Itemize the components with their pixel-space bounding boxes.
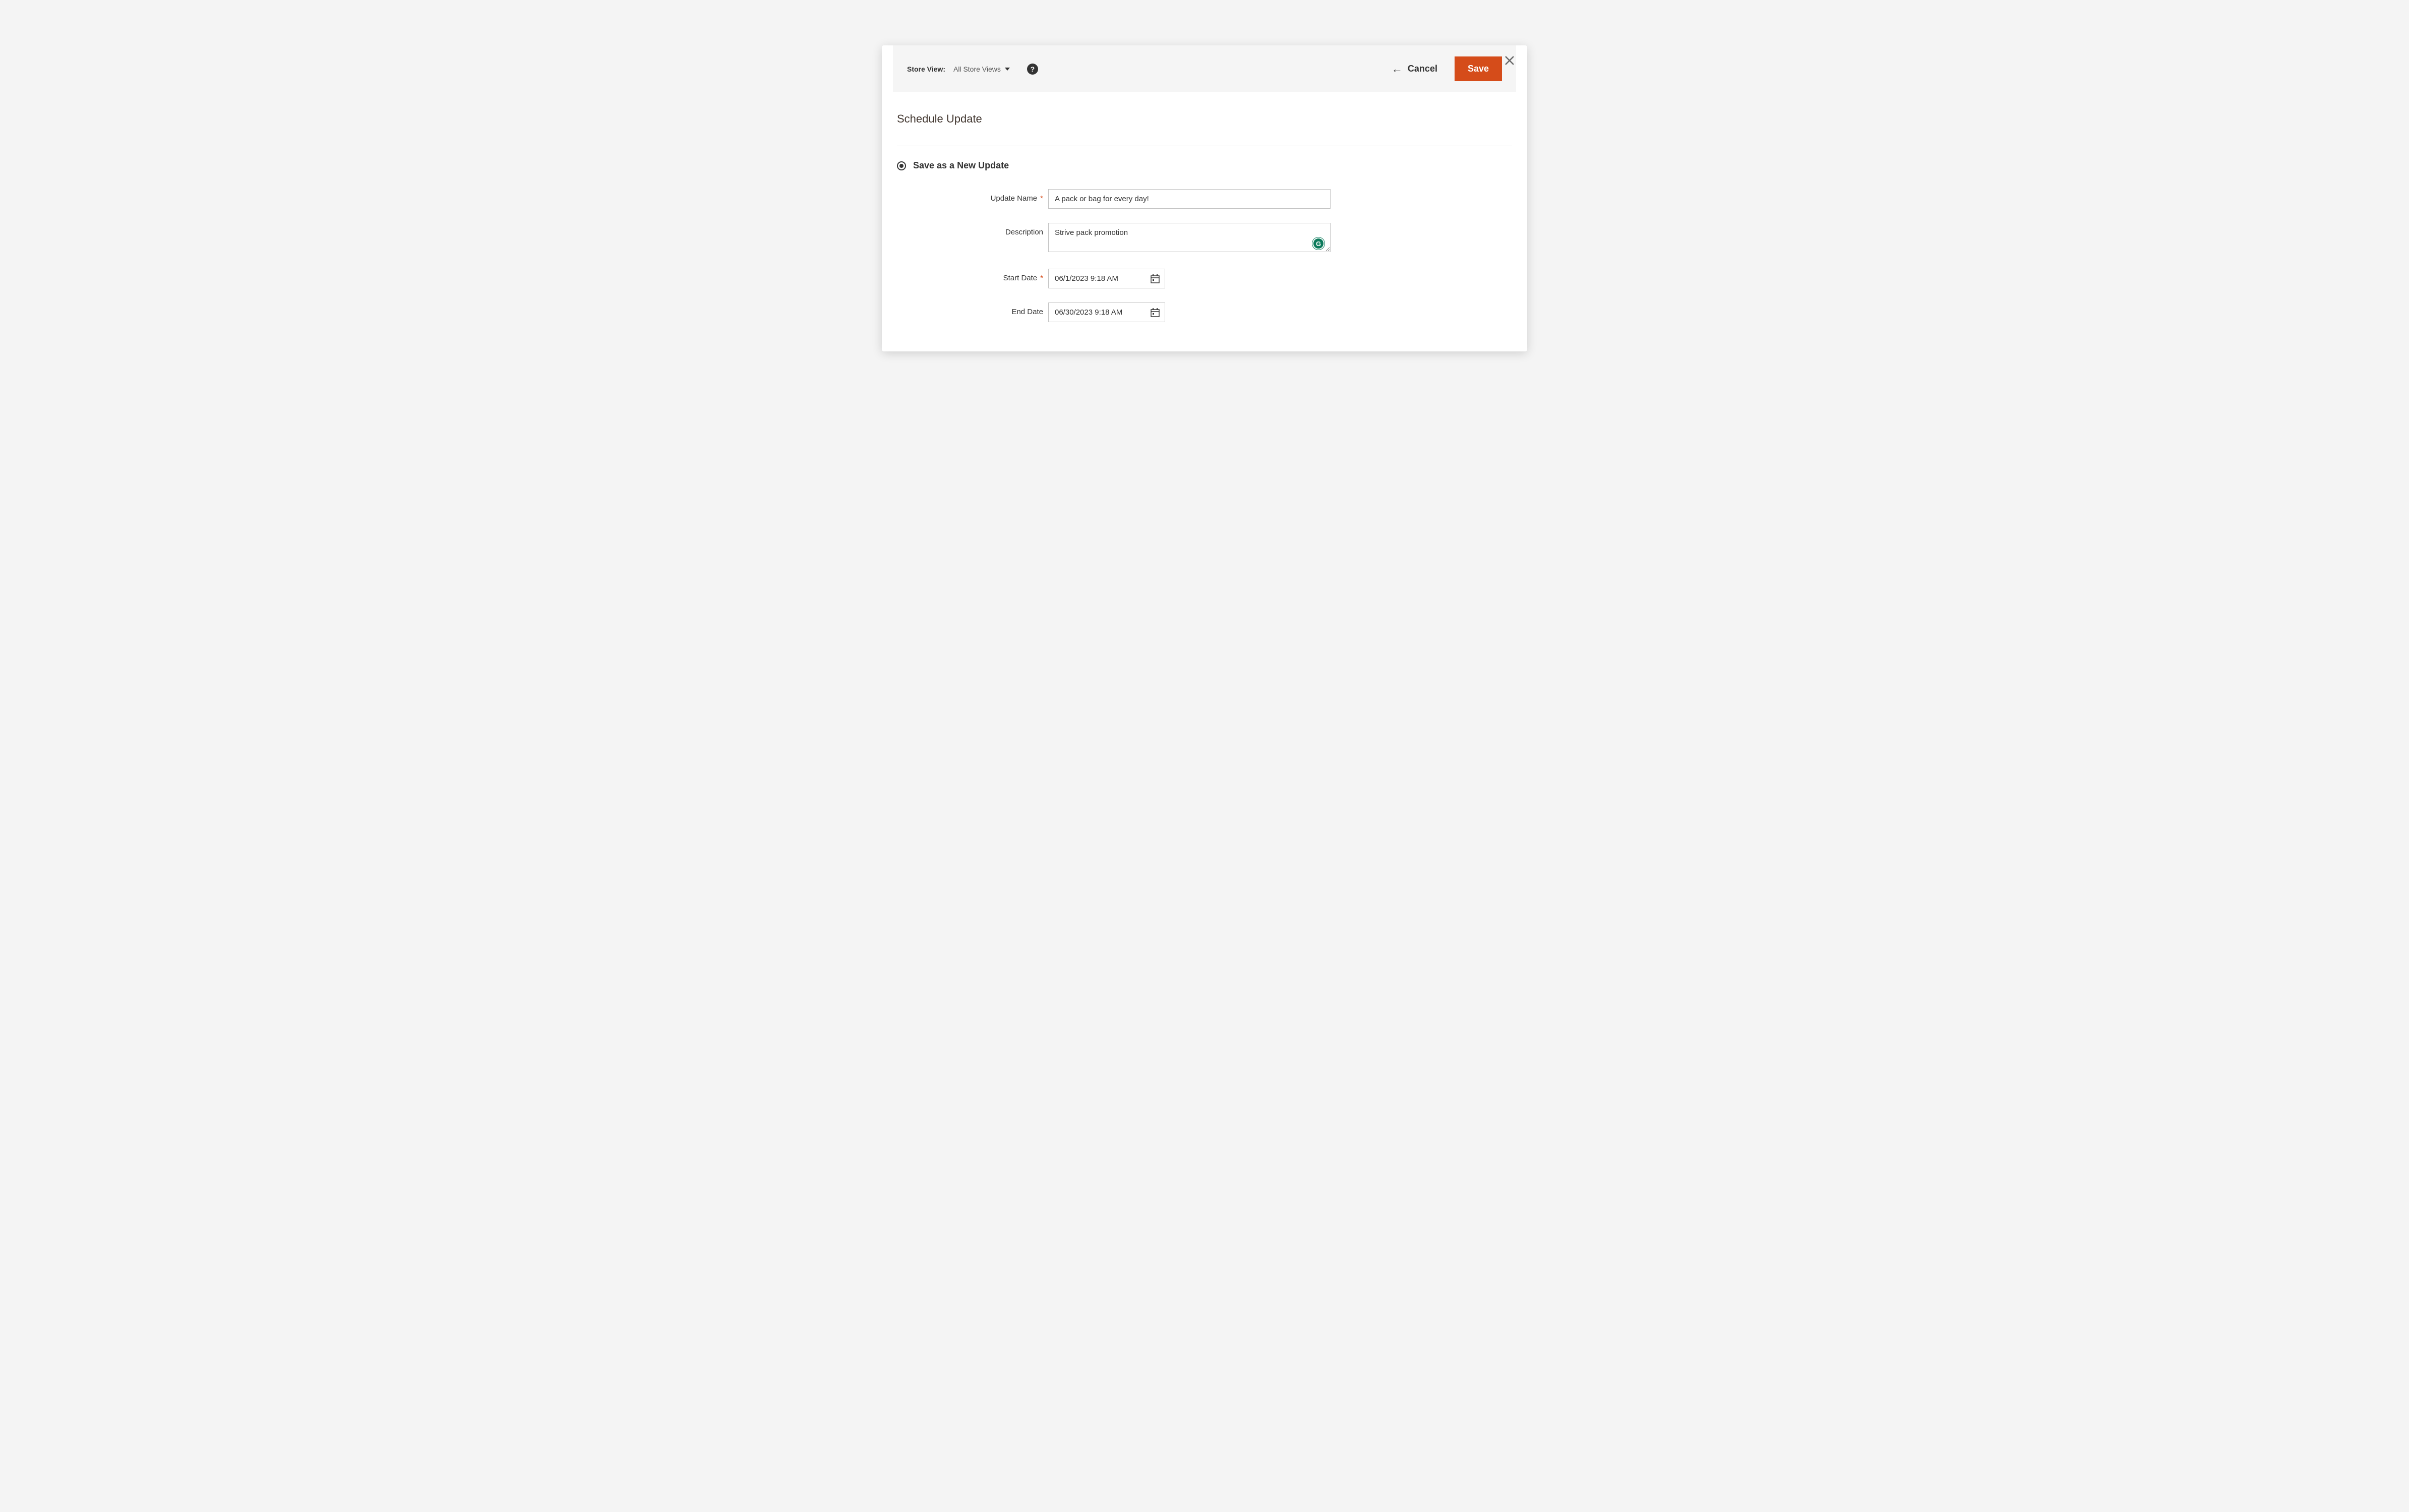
- save-button[interactable]: Save: [1455, 56, 1502, 81]
- calendar-icon[interactable]: [1150, 274, 1160, 284]
- section-title: Schedule Update: [897, 112, 1512, 126]
- store-view-selector[interactable]: All Store Views: [953, 65, 1010, 73]
- arrow-left-icon: ←: [1392, 64, 1403, 75]
- chevron-down-icon: [1005, 68, 1010, 71]
- radio-icon: [897, 161, 906, 170]
- help-icon[interactable]: ?: [1027, 64, 1038, 75]
- modal-content: Schedule Update Save as a New Update Upd…: [882, 92, 1527, 322]
- store-view-label: Store View:: [907, 65, 945, 73]
- update-name-label: Update Name*: [897, 189, 1048, 203]
- store-view-value: All Store Views: [953, 65, 1001, 73]
- end-date-row: End Date: [897, 303, 1512, 322]
- calendar-icon[interactable]: [1150, 308, 1160, 318]
- grammarly-icon[interactable]: G: [1312, 237, 1324, 250]
- save-as-new-radio-row[interactable]: Save as a New Update: [897, 160, 1512, 171]
- update-name-input[interactable]: [1048, 189, 1331, 209]
- required-asterisk: *: [1040, 194, 1043, 203]
- start-date-label: Start Date*: [897, 269, 1048, 282]
- description-label: Description: [897, 223, 1048, 236]
- cancel-button[interactable]: ← Cancel: [1392, 64, 1437, 75]
- end-date-input[interactable]: [1048, 303, 1165, 322]
- start-date-row: Start Date*: [897, 269, 1512, 288]
- update-name-row: Update Name*: [897, 189, 1512, 209]
- description-textarea[interactable]: [1048, 223, 1331, 252]
- schedule-update-modal: Store View: All Store Views ? ← Cancel S…: [882, 45, 1527, 351]
- required-asterisk: *: [1040, 274, 1043, 282]
- close-icon: [1504, 55, 1515, 66]
- save-as-new-label: Save as a New Update: [913, 160, 1009, 171]
- description-row: Description G: [897, 223, 1512, 255]
- close-button[interactable]: [1504, 54, 1515, 69]
- start-date-input[interactable]: [1048, 269, 1165, 288]
- toolbar: Store View: All Store Views ? ← Cancel S…: [893, 45, 1516, 92]
- cancel-label: Cancel: [1408, 64, 1437, 74]
- end-date-label: End Date: [897, 303, 1048, 316]
